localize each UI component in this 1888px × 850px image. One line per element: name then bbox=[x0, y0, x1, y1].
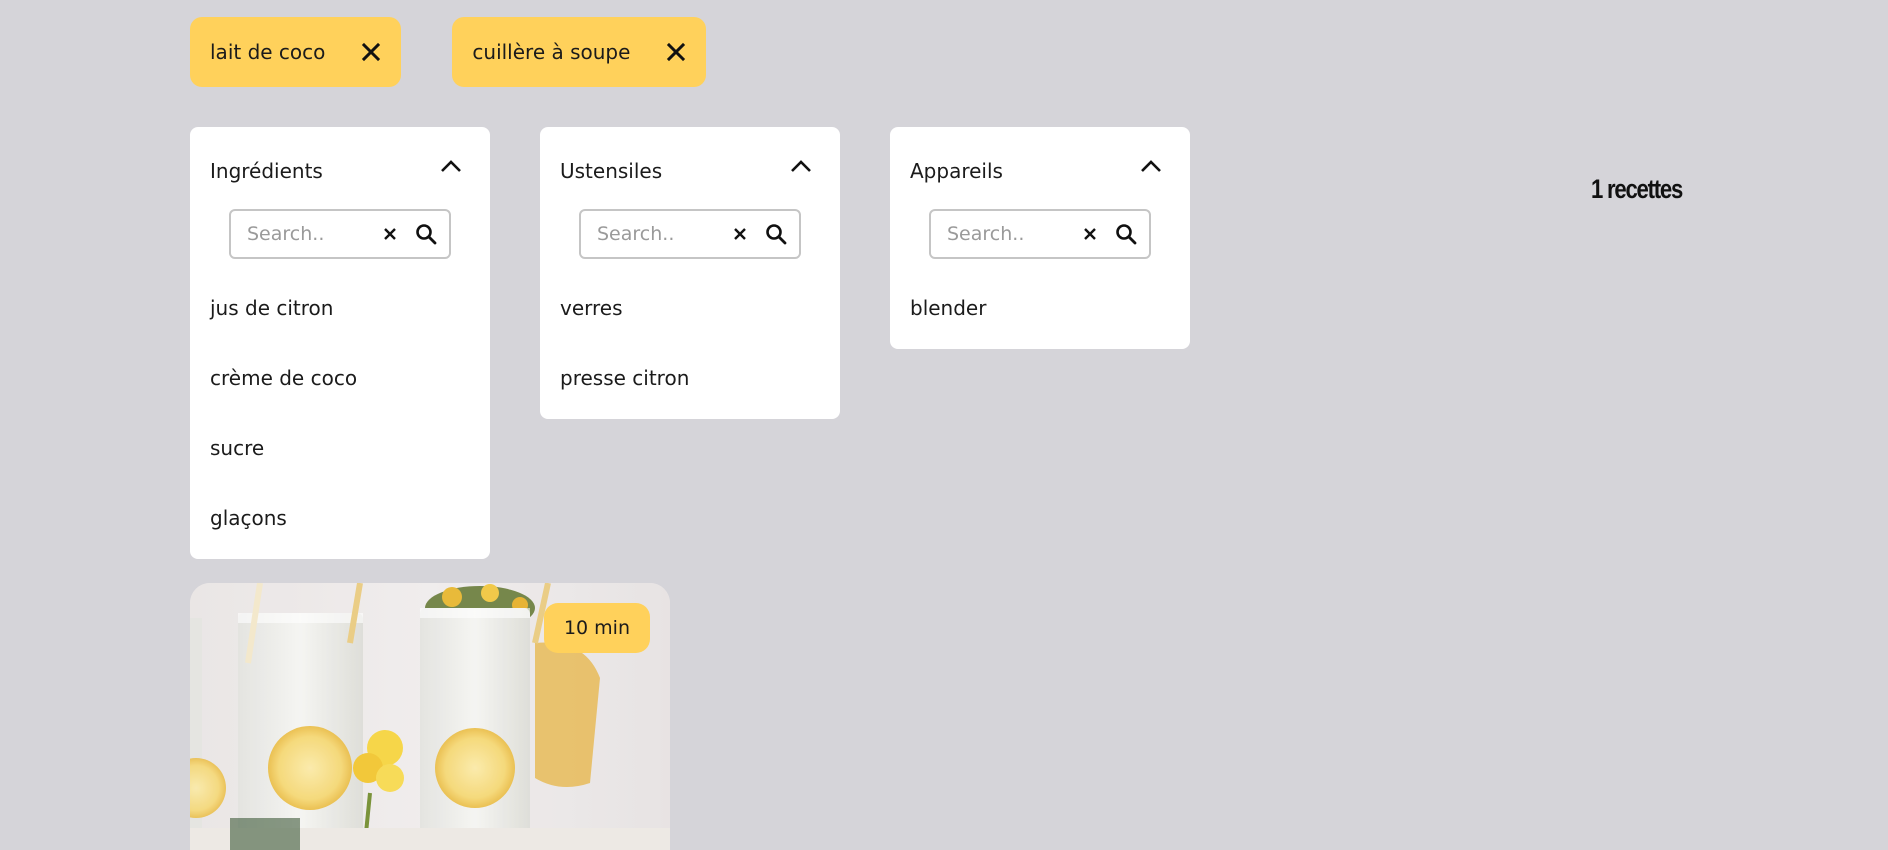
tag-cuillere-a-soupe[interactable]: cuillère à soupe bbox=[452, 17, 707, 87]
list-item[interactable]: jus de citron bbox=[210, 273, 470, 343]
search-icon[interactable] bbox=[1115, 223, 1137, 245]
list-item[interactable]: sucre bbox=[210, 413, 470, 483]
tag-label: cuillère à soupe bbox=[472, 40, 631, 64]
search-input[interactable] bbox=[245, 222, 383, 246]
search-box bbox=[579, 209, 801, 259]
recipe-card[interactable]: 10 min bbox=[190, 583, 670, 850]
tag-lait-de-coco[interactable]: lait de coco bbox=[190, 17, 402, 87]
dropdown-title: Ingrédients bbox=[210, 159, 323, 183]
dropdown-title: Appareils bbox=[910, 159, 1003, 183]
dropdown-ingredients: Ingrédients jus de citron crème de coco … bbox=[190, 127, 490, 559]
close-icon[interactable] bbox=[666, 42, 686, 62]
chevron-up-icon[interactable] bbox=[440, 159, 462, 173]
time-badge: 10 min bbox=[543, 603, 650, 653]
close-icon[interactable] bbox=[361, 42, 381, 62]
dropdown-ustensiles: Ustensiles verres presse citron bbox=[540, 127, 840, 419]
search-box bbox=[229, 209, 451, 259]
list-item[interactable]: blender bbox=[910, 273, 1170, 343]
page: lait de coco cuillère à soupe Ingrédient… bbox=[0, 0, 1888, 850]
tag-label: lait de coco bbox=[210, 40, 326, 64]
clear-icon[interactable] bbox=[1083, 227, 1097, 241]
dropdown-header-ingredients[interactable]: Ingrédients bbox=[210, 127, 470, 209]
dropdown-header-appareils[interactable]: Appareils bbox=[910, 127, 1170, 209]
dropdown-appareils: Appareils blender bbox=[890, 127, 1190, 349]
search-box bbox=[929, 209, 1151, 259]
clear-icon[interactable] bbox=[733, 227, 747, 241]
dropdown-list: blender bbox=[910, 273, 1170, 343]
dropdown-list: verres presse citron bbox=[560, 273, 820, 413]
list-item[interactable]: crème de coco bbox=[210, 343, 470, 413]
search-input[interactable] bbox=[595, 222, 733, 246]
dropdown-header-ustensiles[interactable]: Ustensiles bbox=[560, 127, 820, 209]
list-item[interactable]: verres bbox=[560, 273, 820, 343]
search-icon[interactable] bbox=[765, 223, 787, 245]
chevron-up-icon[interactable] bbox=[1140, 159, 1162, 173]
list-item[interactable]: glaçons bbox=[210, 483, 470, 553]
list-item[interactable]: presse citron bbox=[560, 343, 820, 413]
search-icon[interactable] bbox=[415, 223, 437, 245]
clear-icon[interactable] bbox=[383, 227, 397, 241]
dropdown-title: Ustensiles bbox=[560, 159, 663, 183]
recipe-count: 1 recettes bbox=[1591, 174, 1683, 204]
search-input[interactable] bbox=[945, 222, 1083, 246]
chevron-up-icon[interactable] bbox=[790, 159, 812, 173]
selected-tags: lait de coco cuillère à soupe bbox=[190, 17, 707, 87]
dropdown-list: jus de citron crème de coco sucre glaçon… bbox=[210, 273, 470, 553]
